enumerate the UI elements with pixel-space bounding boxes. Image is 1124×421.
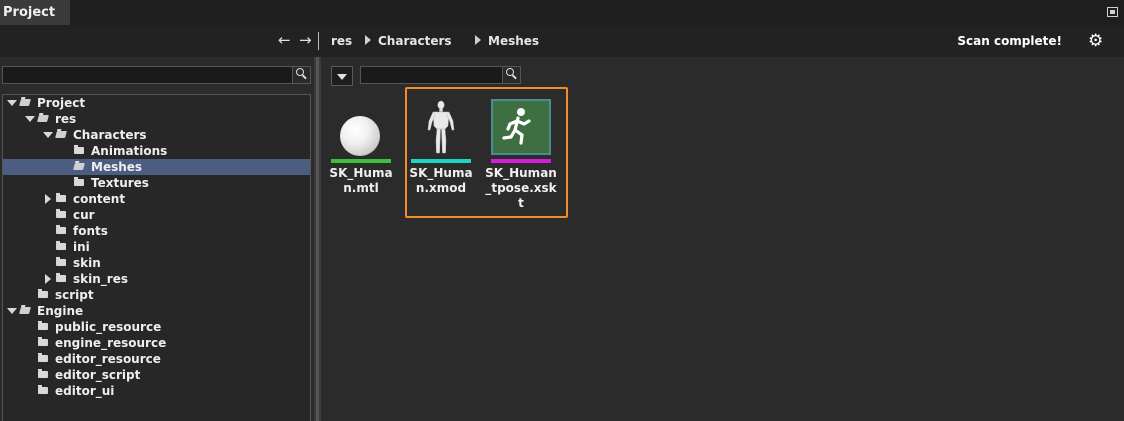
tree-item[interactable]: Characters	[3, 127, 310, 143]
tree-item-label: editor_ui	[55, 384, 115, 398]
nav-separator	[318, 32, 319, 50]
tree-item-label: Animations	[91, 144, 168, 158]
tree-item-label: editor_resource	[55, 352, 161, 366]
asset-name: SK_Human.xmod	[409, 166, 473, 195]
folder-icon	[19, 307, 31, 314]
collapse-arrow-icon[interactable]	[45, 274, 51, 284]
breadcrumb-characters[interactable]: Characters	[378, 34, 452, 48]
breadcrumb-res[interactable]: res	[331, 34, 352, 48]
breadcrumb-chevron-icon[interactable]	[365, 35, 371, 45]
search-icon	[296, 68, 304, 76]
tree-item-label: Characters	[73, 128, 147, 142]
tab-project[interactable]: Project	[0, 0, 70, 25]
asset-search-button[interactable]	[502, 67, 520, 83]
tree-search-input[interactable]	[2, 66, 311, 84]
folder-icon	[56, 273, 66, 282]
tab-bar: Project	[0, 0, 1124, 25]
tree-item[interactable]: editor_ui	[3, 383, 310, 399]
folder-icon	[19, 99, 31, 106]
collapse-arrow-icon[interactable]	[45, 194, 51, 204]
folder-icon	[74, 145, 84, 154]
folder-icon	[38, 353, 48, 362]
tree-item[interactable]: fonts	[3, 223, 310, 239]
tree-item-label: skin	[73, 256, 101, 270]
asset-name: SK_Human.mtl	[329, 166, 393, 195]
tree-item[interactable]: public_resource	[3, 319, 310, 335]
folder-icon	[37, 115, 49, 122]
folder-icon	[56, 241, 66, 250]
forward-button[interactable]: →	[299, 31, 312, 49]
folder-icon	[38, 385, 48, 394]
view-options-dropdown[interactable]	[331, 66, 353, 86]
tree-item[interactable]: content	[3, 191, 310, 207]
folder-icon	[38, 369, 48, 378]
tree-item-label: engine_resource	[55, 336, 167, 350]
back-button[interactable]: ←	[278, 31, 291, 49]
panel-splitter[interactable]	[314, 57, 321, 421]
tree-item[interactable]: res	[3, 111, 310, 127]
tree-item[interactable]: Textures	[3, 175, 310, 191]
folder-icon	[55, 131, 67, 138]
folder-icon	[56, 225, 66, 234]
tree-item-label: editor_script	[55, 368, 141, 382]
tree-item-label: Engine	[37, 304, 84, 318]
expand-arrow-icon[interactable]	[25, 116, 35, 122]
folder-icon	[56, 193, 66, 202]
asset-search-input[interactable]	[360, 66, 521, 84]
folder-icon	[38, 337, 48, 346]
folder-icon	[56, 209, 66, 218]
nav-bar: ← → res Characters Meshes Scan complete!…	[0, 25, 1124, 57]
tree-item-label: content	[73, 192, 126, 206]
breadcrumb-meshes[interactable]: Meshes	[488, 34, 539, 48]
search-icon	[506, 68, 514, 76]
tree-item-label: skin_res	[73, 272, 128, 286]
tree-item-label: ini	[73, 240, 90, 254]
asset-type-bar	[491, 159, 551, 163]
skeleton-runner-icon	[489, 99, 553, 157]
tree-item-label: script	[55, 288, 94, 302]
gear-icon[interactable]: ⚙	[1088, 33, 1103, 50]
tree-search-button[interactable]	[292, 67, 310, 83]
tree-item-label: Project	[37, 96, 86, 110]
tree-item-label: public_resource	[55, 320, 162, 334]
tree-item[interactable]: skin_res	[3, 271, 310, 287]
folder-icon	[73, 163, 85, 170]
mesh-figure-icon	[409, 99, 473, 157]
asset-type-bar	[411, 159, 471, 163]
folder-icon	[74, 177, 84, 186]
tree-item[interactable]: skin	[3, 255, 310, 271]
expand-arrow-icon[interactable]	[7, 100, 17, 106]
tree-item[interactable]: Engine	[3, 303, 310, 319]
tree-item[interactable]: cur	[3, 207, 310, 223]
material-sphere-icon	[329, 99, 393, 157]
folder-tree[interactable]: Project res Characters Animations Meshes Text…	[2, 94, 311, 421]
tree-item-label: res	[55, 112, 77, 126]
tree-item-label: cur	[73, 208, 95, 222]
breadcrumb-chevron-icon[interactable]	[475, 35, 481, 45]
tree-item[interactable]: Project	[3, 95, 310, 111]
tree-item[interactable]: editor_resource	[3, 351, 310, 367]
tree-item[interactable]: ini	[3, 239, 310, 255]
expand-arrow-icon[interactable]	[43, 132, 53, 138]
tree-item[interactable]: script	[3, 287, 310, 303]
tree-item[interactable]: engine_resource	[3, 335, 310, 351]
folder-icon	[56, 257, 66, 266]
dock-icon[interactable]	[1107, 7, 1118, 17]
asset-type-bar	[331, 159, 391, 163]
tree-item-label: Textures	[91, 176, 149, 190]
tree-item[interactable]: Animations	[3, 143, 310, 159]
scan-status: Scan complete!	[957, 34, 1062, 48]
tree-item-label: Meshes	[91, 160, 143, 174]
expand-arrow-icon[interactable]	[7, 308, 17, 314]
tab-label: Project	[3, 5, 56, 20]
tree-item[interactable]: editor_script	[3, 367, 310, 383]
asset-name: SK_Human_tpose.xskt	[485, 166, 557, 210]
folder-icon	[38, 289, 48, 298]
tree-item[interactable]: Meshes	[3, 159, 310, 175]
tree-item-label: fonts	[73, 224, 108, 238]
folder-icon	[38, 321, 48, 330]
